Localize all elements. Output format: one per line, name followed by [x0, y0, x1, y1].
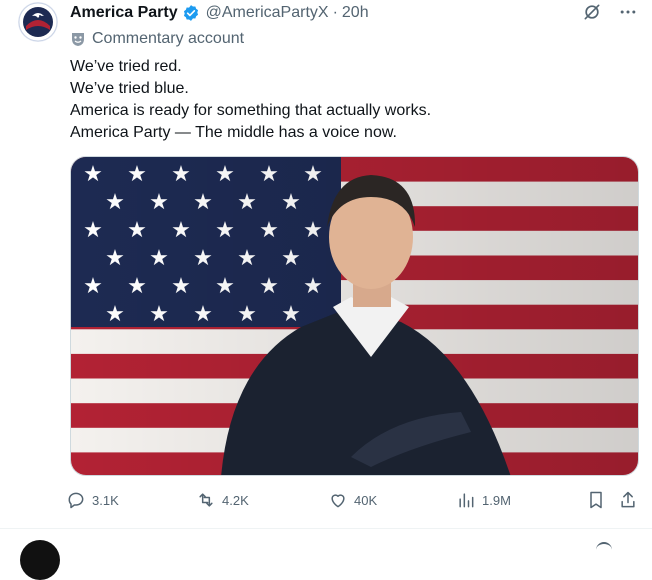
- separator-dot: ·: [332, 4, 338, 21]
- display-name[interactable]: America Party: [70, 4, 178, 22]
- verified-badge-icon: [182, 4, 200, 22]
- more-icon[interactable]: [618, 2, 638, 22]
- avatar[interactable]: [18, 2, 58, 42]
- views-count: 1.9M: [482, 492, 511, 508]
- next-tweet-grok-icon[interactable]: [596, 542, 612, 550]
- like-icon: [331, 494, 345, 508]
- timestamp[interactable]: 20h: [342, 4, 369, 22]
- account-label[interactable]: Commentary account: [70, 30, 244, 48]
- commentary-mask-icon: [70, 31, 86, 47]
- like-count: 40K: [354, 492, 378, 508]
- tweet-text-line: America is ready for something that actu…: [70, 102, 432, 119]
- next-tweet-avatar[interactable]: [20, 540, 60, 580]
- like-button[interactable]: 40K: [328, 490, 377, 510]
- bookmark-button[interactable]: [586, 490, 606, 510]
- views-button[interactable]: 1.9M: [456, 490, 511, 510]
- reply-icon: [68, 492, 84, 509]
- bookmark-icon: [590, 491, 602, 509]
- eagle-logo-icon: [18, 2, 58, 42]
- repost-button[interactable]: 4.2K: [196, 490, 249, 510]
- grok-icon[interactable]: [582, 2, 602, 22]
- tweet-text-line: We’ve tried blue.: [70, 80, 189, 97]
- tweet-text: We’ve tried red. We’ve tried blue. Ameri…: [70, 56, 431, 144]
- flag-portrait-image: ★★★★★★★★★★★★★★★★★★★★★★★★★★★★★★★★★: [71, 157, 638, 475]
- tweet-image[interactable]: ★★★★★★★★★★★★★★★★★★★★★★★★★★★★★★★★★: [70, 156, 639, 476]
- repost-count: 4.2K: [222, 492, 249, 508]
- tweet-divider: [0, 528, 652, 529]
- handle[interactable]: @AmericaPartyX: [206, 4, 329, 22]
- reply-count: 3.1K: [92, 492, 119, 508]
- tweet-text-line: America Party — The middle has a voice n…: [70, 124, 397, 141]
- tweet-header: America Party @AmericaPartyX · 20h: [70, 4, 369, 22]
- share-icon: [621, 491, 635, 508]
- views-icon: [459, 493, 474, 508]
- tweet-actions: 3.1K 4.2K 40K 1.9M: [66, 490, 642, 514]
- share-button[interactable]: [618, 490, 638, 510]
- account-label-text: Commentary account: [92, 30, 245, 47]
- reply-button[interactable]: 3.1K: [66, 490, 119, 510]
- tweet[interactable]: America Party @AmericaPartyX · 20h Comme…: [0, 0, 652, 528]
- tweet-text-line: We’ve tried red.: [70, 58, 182, 75]
- repost-icon: [199, 493, 213, 507]
- tweet-top-actions: [582, 2, 638, 22]
